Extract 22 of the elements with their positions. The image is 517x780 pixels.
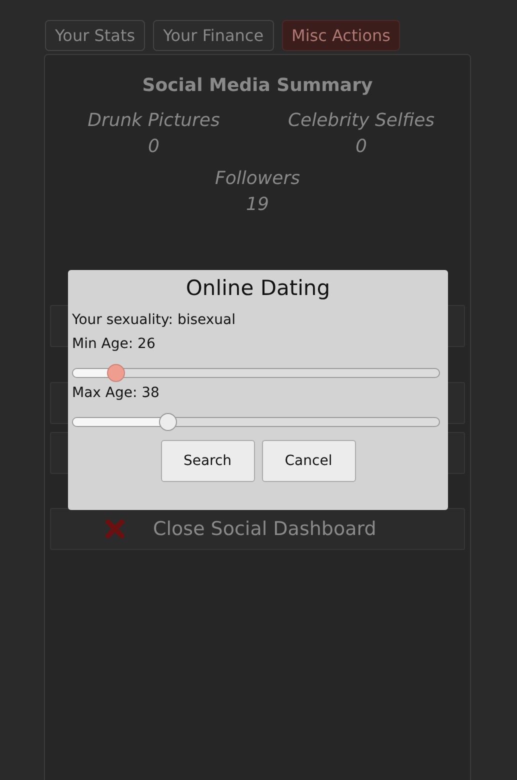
dialog-button[interactable]: Cancel — [262, 440, 356, 482]
dialog-title: Online Dating — [184, 276, 332, 300]
slider-label: Max Age: 38 — [72, 385, 160, 401]
dialog-button[interactable]: Search — [160, 440, 254, 482]
stat-value: 0 — [147, 135, 160, 159]
tab[interactable]: Your Finance — [153, 20, 274, 51]
tab[interactable]: Misc Actions — [282, 20, 400, 51]
stat-value: 19 — [245, 193, 270, 217]
stat-label: Drunk Pictures — [86, 109, 221, 133]
slider-label: Min Age: 26 — [72, 336, 156, 352]
slider-thumb[interactable] — [158, 413, 177, 431]
close-dashboard-button[interactable]: Close Social Dashboard — [50, 508, 465, 550]
stat-label: Followers — [214, 167, 301, 191]
cross-icon — [105, 519, 125, 539]
age-slider[interactable] — [72, 363, 440, 383]
tab[interactable]: Your Stats — [45, 20, 146, 51]
section-heading: Social Media Summary — [141, 75, 374, 96]
stat-value: 0 — [354, 135, 368, 159]
age-slider[interactable] — [72, 412, 440, 432]
sexuality-text: Your sexuality: bisexual — [72, 312, 237, 328]
slider-thumb[interactable] — [107, 364, 126, 382]
stat-label: Celebrity Selfies — [286, 109, 436, 133]
